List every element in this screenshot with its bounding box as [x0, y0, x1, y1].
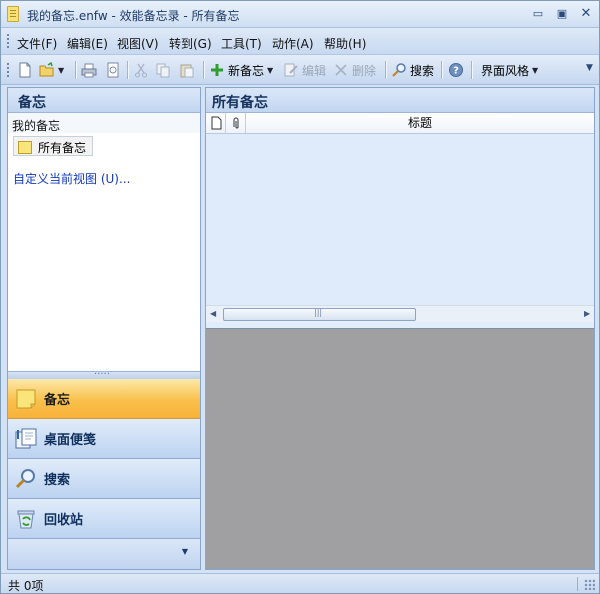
magnifier-icon [14, 467, 38, 491]
new-file-button[interactable] [17, 59, 33, 81]
minimize-button[interactable]: ▭ [527, 5, 549, 23]
print-icon [81, 62, 97, 78]
nav-configure-icon[interactable]: ▼ [182, 547, 188, 556]
nav-search-label: 搜索 [44, 473, 71, 488]
open-button[interactable]: ▼ [39, 59, 64, 81]
skin-button[interactable]: 界面风格 ▼ [481, 59, 538, 81]
edit-label: 编辑 [302, 63, 327, 78]
nav-splitter[interactable] [8, 366, 200, 379]
attachment-icon [233, 117, 239, 129]
title-bar: 我的备忘.enfw - 效能备忘录 - 所有备忘 ▭ ▣ ✕ [1, 1, 599, 28]
print-preview-icon [105, 62, 121, 78]
print-preview-button[interactable] [105, 59, 121, 81]
toolbar-separator [385, 61, 386, 79]
new-note-dropdown-icon[interactable]: ▼ [267, 66, 273, 75]
window-title: 我的备忘.enfw - 效能备忘录 - 所有备忘 [27, 9, 240, 23]
skin-label: 界面风格 [481, 63, 530, 78]
menu-action[interactable]: 动作(A) [272, 35, 314, 52]
status-separator [577, 577, 578, 591]
group-label: 我的备忘 [12, 119, 61, 133]
status-bar: 共 0项 [1, 573, 599, 593]
new-note-button[interactable]: 新备忘 ▼ [209, 59, 273, 81]
new-file-icon [17, 62, 33, 78]
menu-goto[interactable]: 转到(G) [169, 35, 212, 52]
menu-bar: 文件(F) 编辑(E) 视图(V) 转到(G) 工具(T) 动作(A) 帮助(H… [1, 28, 599, 55]
scroll-right-icon[interactable]: ▶ [584, 309, 590, 318]
close-button[interactable]: ✕ [575, 5, 597, 23]
notes-grid [206, 134, 594, 305]
customize-view-link[interactable]: 自定义当前视图 (U)... [13, 170, 130, 187]
cut-button[interactable] [133, 59, 149, 81]
copy-icon [155, 62, 171, 78]
document-icon [211, 116, 222, 130]
scroll-thumb[interactable] [223, 308, 416, 321]
nav-desktop-notes-label: 桌面便笺 [44, 433, 97, 448]
nav-search-button[interactable]: 搜索 [8, 459, 200, 499]
delete-label: 删除 [352, 63, 377, 78]
app-note-icon [7, 6, 19, 22]
note-folder-icon [18, 140, 32, 154]
delete-button[interactable]: 删除 [333, 59, 376, 81]
delete-icon [333, 62, 349, 78]
toolbar-grip [7, 63, 9, 77]
svg-text:?: ? [453, 66, 459, 77]
menu-file[interactable]: 文件(F) [17, 35, 57, 52]
open-folder-icon [39, 62, 55, 78]
nav-pane-title: 备忘 [8, 88, 200, 113]
notes-list-pane: 所有备忘 标题 ◀ ▶ [205, 87, 595, 570]
nav-recycle-bin-button[interactable]: 回收站 [8, 499, 200, 539]
search-icon [391, 62, 407, 78]
menu-tools[interactable]: 工具(T) [221, 35, 262, 52]
status-count: 共 0项 [8, 579, 44, 593]
toolbar-overflow-icon[interactable]: ▼ [586, 63, 596, 79]
toolbar-separator [203, 61, 204, 79]
menu-grip [7, 34, 9, 48]
column-title[interactable]: 标题 [246, 113, 594, 133]
edit-icon [283, 62, 299, 78]
copy-button[interactable] [155, 59, 171, 81]
menu-edit[interactable]: 编辑(E) [67, 35, 108, 52]
help-icon: ? [448, 62, 464, 78]
horizontal-scrollbar[interactable]: ◀ ▶ [206, 305, 594, 322]
paste-button[interactable] [179, 59, 195, 81]
column-header-row: 标题 [206, 113, 594, 134]
menu-help[interactable]: 帮助(H) [324, 35, 366, 52]
help-button[interactable]: ? [448, 59, 464, 81]
recycle-bin-icon [14, 507, 38, 531]
preview-area [206, 328, 594, 569]
new-note-label: 新备忘 [228, 63, 265, 78]
cut-icon [133, 62, 149, 78]
nav-notes-label: 备忘 [44, 393, 71, 408]
toolbar-separator [75, 61, 76, 79]
toolbar-separator [471, 61, 472, 79]
nav-notes-button[interactable]: 备忘 [8, 379, 200, 419]
search-button[interactable]: 搜索 [391, 59, 434, 81]
desktop-note-icon [14, 427, 38, 451]
print-button[interactable] [81, 59, 97, 81]
resize-grip-icon[interactable] [584, 579, 595, 590]
search-label: 搜索 [410, 63, 435, 78]
plus-icon [209, 62, 225, 78]
nav-footer: ▼ [8, 539, 200, 569]
folder-all-notes[interactable]: 所有备忘 [13, 136, 94, 156]
column-document[interactable] [206, 113, 226, 133]
toolbar-separator [441, 61, 442, 79]
toolbar-separator [127, 61, 128, 79]
menu-view[interactable]: 视图(V) [117, 35, 159, 52]
scroll-left-icon[interactable]: ◀ [210, 309, 216, 318]
sticky-note-icon [14, 387, 38, 411]
edit-button[interactable]: 编辑 [283, 59, 326, 81]
nav-recycle-bin-label: 回收站 [44, 513, 84, 528]
column-attachment[interactable] [226, 113, 246, 133]
folder-label: 所有备忘 [38, 140, 87, 155]
navigation-pane: 备忘 我的备忘 所有备忘 自定义当前视图 (U)... 备忘 桌面便笺 搜索 [7, 87, 201, 570]
nav-desktop-notes-button[interactable]: 桌面便笺 [8, 419, 200, 459]
paste-icon [179, 62, 195, 78]
open-dropdown-icon[interactable]: ▼ [58, 66, 64, 75]
maximize-button[interactable]: ▣ [551, 5, 573, 23]
skin-dropdown-icon[interactable]: ▼ [532, 66, 538, 75]
toolbar: ▼ 新备忘 ▼ 编辑 删除 搜索 ? 界面风格 ▼ ▼ [1, 55, 599, 85]
app-window: 我的备忘.enfw - 效能备忘录 - 所有备忘 ▭ ▣ ✕ 文件(F) 编辑(… [0, 0, 600, 594]
list-pane-title: 所有备忘 [206, 88, 594, 113]
